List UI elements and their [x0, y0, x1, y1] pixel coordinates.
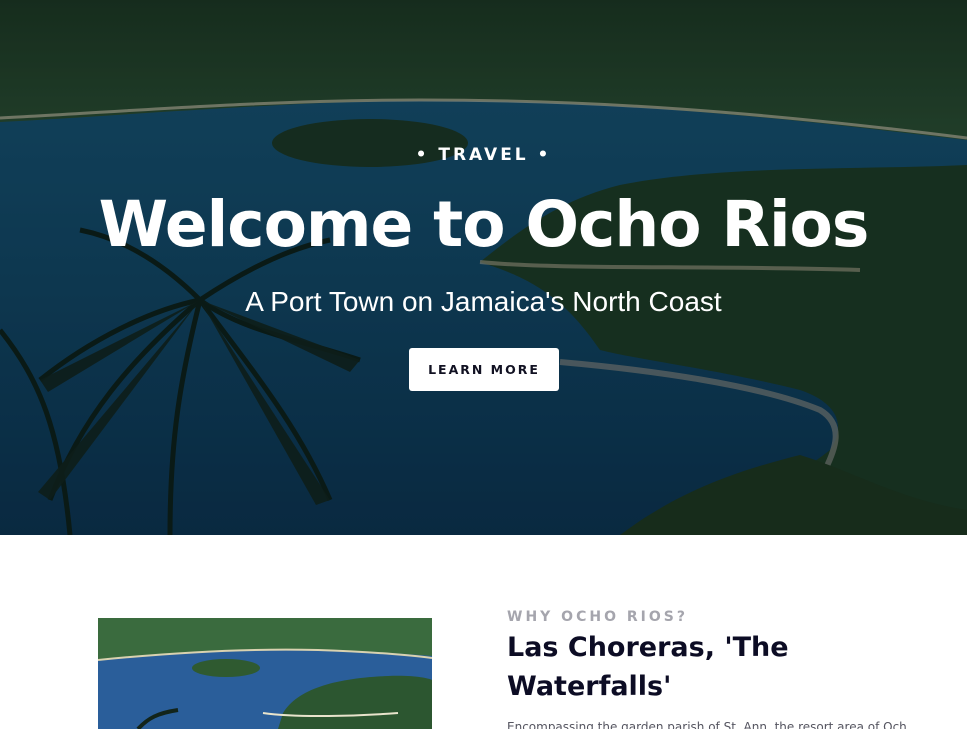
hero-overlay: [0, 0, 967, 535]
hero-subtitle: A Port Town on Jamaica's North Coast: [245, 286, 722, 317]
hero-title: Welcome to Ocho Rios: [98, 188, 870, 261]
hero-section: • TRAVEL • Welcome to Ocho Rios A Port T…: [0, 0, 967, 535]
section-body-text: Encompassing the garden parish of St. An…: [507, 720, 907, 729]
hero-eyebrow: • TRAVEL •: [415, 145, 552, 165]
feature-image: [98, 618, 432, 729]
learn-more-button[interactable]: LEARN MORE: [409, 348, 559, 391]
section-title: Las Choreras, 'The Waterfalls': [507, 632, 789, 702]
feature-photo: [98, 618, 432, 729]
section-eyebrow: WHY OCHO RIOS?: [507, 609, 688, 625]
